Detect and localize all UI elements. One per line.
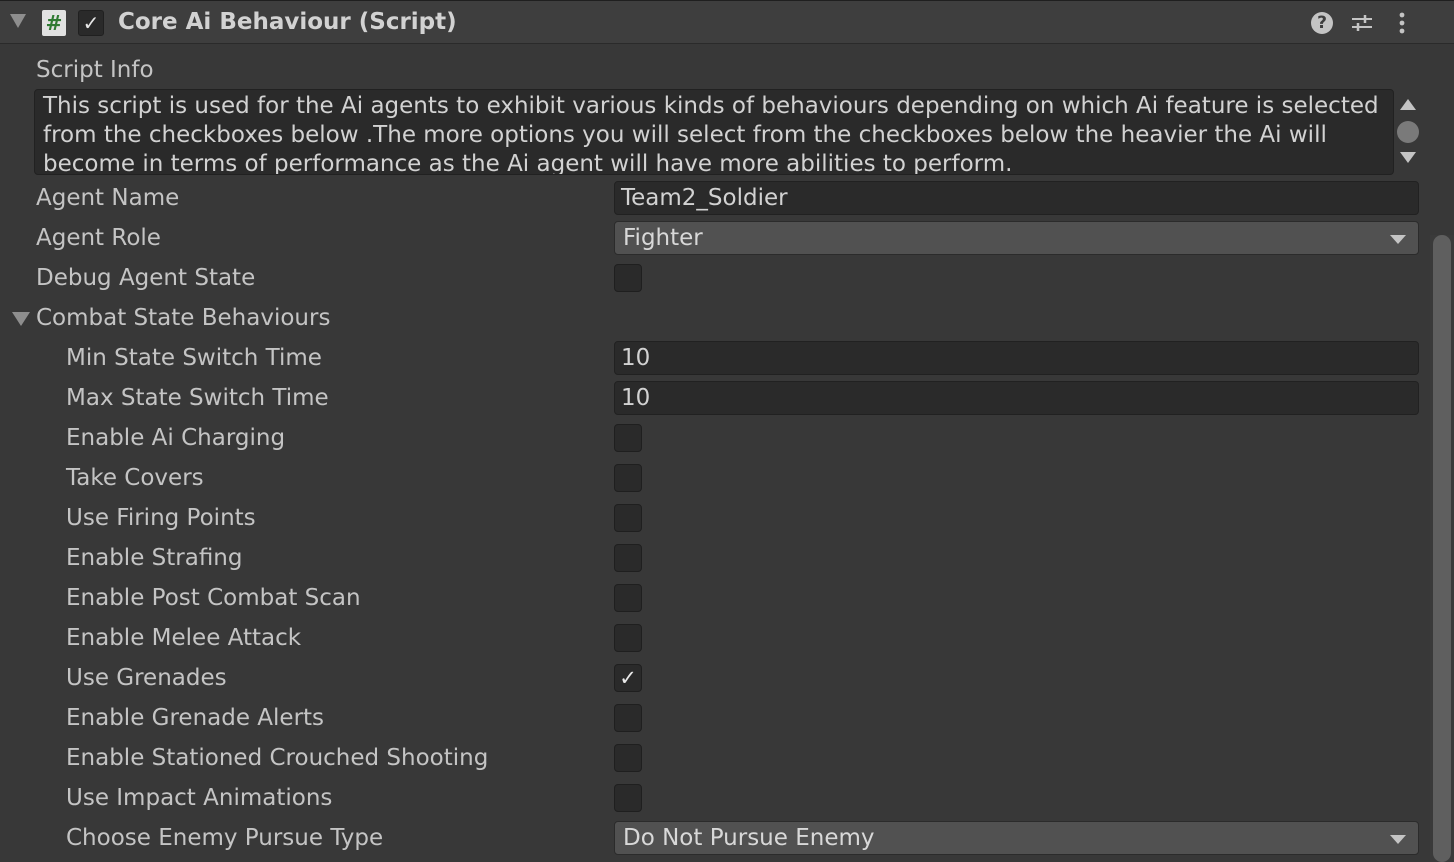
chevron-down-icon	[1390, 835, 1406, 844]
use-grenades-checkbox[interactable]: ✓	[614, 664, 642, 692]
enemy-pursue-type-value: Do Not Pursue Enemy	[623, 825, 875, 851]
enable-post-combat-scan-label: Enable Post Combat Scan	[66, 585, 361, 611]
enable-grenade-alerts-label: Enable Grenade Alerts	[66, 705, 325, 731]
cs-script-icon: #	[42, 10, 66, 36]
choose-enemy-pursue-type-label: Choose Enemy Pursue Type	[66, 825, 384, 851]
take-covers-label: Take Covers	[66, 465, 204, 491]
textarea-scroll-down-icon[interactable]	[1400, 152, 1416, 163]
component-title: Core Ai Behaviour (Script)	[118, 9, 457, 35]
combat-state-behaviours-foldout[interactable]: Combat State Behaviours	[36, 305, 330, 331]
use-firing-points-checkbox[interactable]	[614, 504, 642, 532]
combat-foldout-arrow-icon[interactable]	[12, 312, 30, 326]
chevron-down-icon	[1390, 235, 1406, 244]
component-header: # ✓ Core Ai Behaviour (Script) ?	[0, 0, 1454, 44]
use-firing-points-label: Use Firing Points	[66, 505, 256, 531]
min-state-switch-time-label: Min State Switch Time	[66, 345, 322, 371]
enable-post-combat-scan-checkbox[interactable]	[614, 584, 642, 612]
inspector-scrollbar-thumb[interactable]	[1433, 235, 1451, 862]
textarea-scroll-up-icon[interactable]	[1400, 99, 1416, 110]
enable-melee-attack-label: Enable Melee Attack	[66, 625, 302, 651]
debug-agent-state-checkbox[interactable]	[614, 264, 642, 292]
debug-agent-state-label: Debug Agent State	[36, 265, 256, 291]
help-icon[interactable]: ?	[1311, 12, 1333, 34]
agent-name-label: Agent Name	[36, 185, 180, 211]
component-foldout-arrow-icon[interactable]	[10, 14, 26, 28]
enable-ai-charging-label: Enable Ai Charging	[66, 425, 286, 451]
agent-role-value: Fighter	[623, 225, 703, 251]
enable-strafing-label: Enable Strafing	[66, 545, 243, 571]
enable-stationed-crouched-shooting-checkbox[interactable]	[614, 744, 642, 772]
enable-strafing-checkbox[interactable]	[614, 544, 642, 572]
component-enabled-checkbox[interactable]: ✓	[78, 10, 104, 36]
take-covers-checkbox[interactable]	[614, 464, 642, 492]
enemy-pursue-type-dropdown[interactable]: Do Not Pursue Enemy	[614, 821, 1419, 855]
script-info-textarea[interactable]: This script is used for the Ai agents to…	[34, 89, 1394, 175]
textarea-scroll-thumb[interactable]	[1397, 121, 1419, 143]
enable-melee-attack-checkbox[interactable]	[614, 624, 642, 652]
agent-role-dropdown[interactable]: Fighter	[614, 221, 1419, 255]
enable-ai-charging-checkbox[interactable]	[614, 424, 642, 452]
agent-name-field[interactable]: Team2_Soldier	[614, 181, 1419, 215]
max-state-switch-time-label: Max State Switch Time	[66, 385, 329, 411]
script-info-label: Script Info	[36, 57, 154, 83]
inspector-scrollbar[interactable]	[1430, 235, 1454, 862]
agent-role-label: Agent Role	[36, 225, 161, 251]
context-menu-icon[interactable]	[1392, 11, 1412, 35]
use-impact-animations-checkbox[interactable]	[614, 784, 642, 812]
presets-icon[interactable]	[1350, 12, 1374, 34]
max-state-switch-time-field[interactable]: 10	[614, 381, 1419, 415]
min-state-switch-time-field[interactable]: 10	[614, 341, 1419, 375]
enable-stationed-crouched-shooting-label: Enable Stationed Crouched Shooting	[66, 745, 489, 771]
use-impact-animations-label: Use Impact Animations	[66, 785, 333, 811]
enable-grenade-alerts-checkbox[interactable]	[614, 704, 642, 732]
use-grenades-label: Use Grenades	[66, 665, 227, 691]
